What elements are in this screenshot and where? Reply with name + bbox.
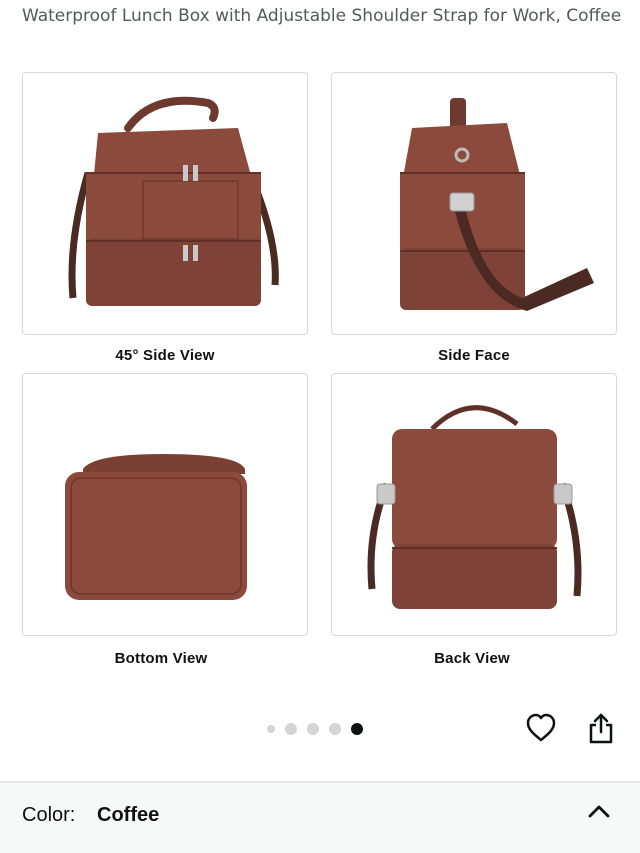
image-pagination — [267, 723, 363, 735]
caption-45-side-view: 45° Side View — [115, 347, 215, 364]
chevron-up-icon — [588, 805, 610, 818]
image-back-view[interactable] — [331, 373, 617, 636]
favorite-button[interactable] — [523, 710, 559, 746]
pagination-dot[interactable] — [285, 723, 297, 735]
share-button[interactable] — [583, 710, 619, 746]
image-side-face[interactable] — [331, 72, 617, 335]
lunch-bag-bottom-image — [65, 454, 247, 600]
color-value: Coffee — [97, 804, 160, 826]
product-title: Waterproof Lunch Box with Adjustable Sho… — [22, 6, 622, 26]
image-bottom-view[interactable] — [22, 373, 308, 636]
caption-back-view: Back View — [434, 650, 510, 667]
color-label: Color: — [22, 804, 76, 826]
lunch-bag-45-view-image — [68, 96, 279, 306]
lunch-bag-back-image — [367, 405, 582, 609]
pagination-dot[interactable] — [329, 723, 341, 735]
pagination-dot[interactable] — [307, 723, 319, 735]
pagination-dot[interactable] — [267, 725, 275, 733]
share-icon — [589, 713, 613, 744]
lunch-bag-side-image — [400, 98, 594, 311]
image-45-side-view[interactable] — [22, 72, 308, 335]
collapse-toggle[interactable] — [585, 800, 613, 822]
color-selector-bar[interactable] — [0, 783, 640, 853]
heart-icon — [526, 713, 556, 742]
pagination-dot-active[interactable] — [351, 723, 363, 735]
caption-bottom-view: Bottom View — [114, 650, 208, 667]
caption-side-face: Side Face — [438, 347, 510, 364]
